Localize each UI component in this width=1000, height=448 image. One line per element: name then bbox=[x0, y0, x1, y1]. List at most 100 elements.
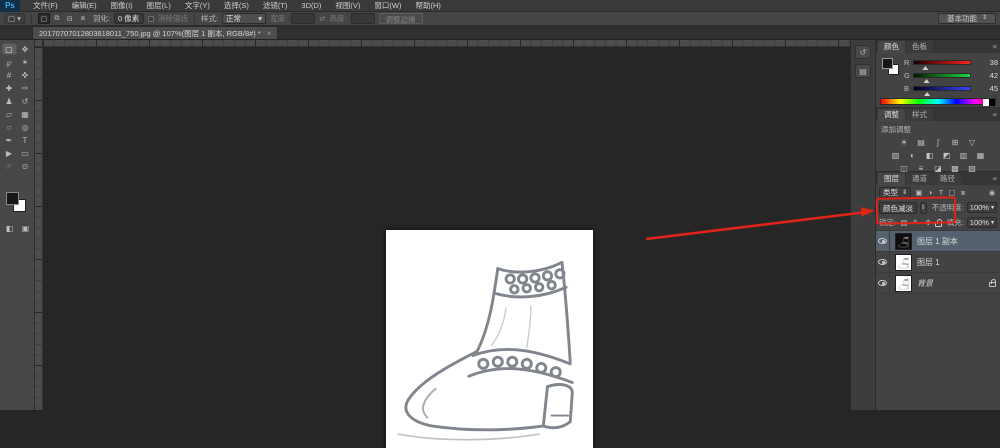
slider-thumb[interactable] bbox=[924, 79, 930, 83]
adjustments-tab-1[interactable]: 样式 bbox=[906, 109, 933, 121]
curves-icon[interactable]: ∫ bbox=[932, 137, 945, 149]
eye-icon[interactable] bbox=[878, 238, 887, 244]
layer-thumbnail[interactable] bbox=[895, 275, 912, 292]
move-tool[interactable]: ✥ bbox=[18, 43, 33, 55]
hue-saturation-icon[interactable]: ▧ bbox=[889, 150, 902, 162]
adjustments-tab-0[interactable]: 调整 bbox=[878, 109, 905, 121]
layers-tab-2[interactable]: 路径 bbox=[934, 173, 961, 185]
lock-all-icon[interactable] bbox=[935, 222, 942, 227]
feather-input[interactable]: 0 像素 bbox=[114, 13, 144, 24]
foreground-color-swatch[interactable] bbox=[6, 192, 19, 205]
slider-thumb[interactable] bbox=[922, 66, 928, 70]
dodge-tool[interactable]: ◎ bbox=[18, 121, 33, 133]
width-input[interactable] bbox=[291, 13, 315, 24]
document-tab[interactable]: 20170707012803818011_750.jpg @ 107%(图层 1… bbox=[32, 26, 278, 39]
layer-row-1[interactable]: 图层 1 bbox=[876, 252, 1000, 273]
history-brush-tool[interactable]: ↺ bbox=[18, 95, 33, 107]
opacity-dropdown[interactable]: 100% ▾ bbox=[967, 202, 997, 213]
type-tool[interactable]: T bbox=[18, 134, 33, 146]
filter-type-icon[interactable]: T bbox=[936, 188, 946, 198]
eye-icon[interactable] bbox=[878, 259, 887, 265]
menu-item-2[interactable]: 图像(I) bbox=[104, 0, 140, 12]
layer-row-0[interactable]: 图层 1 副本 bbox=[876, 231, 1000, 252]
layers-tab-1[interactable]: 通道 bbox=[906, 173, 933, 185]
menu-item-4[interactable]: 文字(Y) bbox=[178, 0, 217, 12]
pen-tool[interactable]: ✒ bbox=[2, 134, 17, 146]
color-lookup-icon[interactable]: ▦ bbox=[974, 150, 987, 162]
photo-filter-icon[interactable]: ◩ bbox=[940, 150, 953, 162]
canvas-area[interactable] bbox=[43, 47, 850, 410]
menu-item-8[interactable]: 视图(V) bbox=[328, 0, 367, 12]
tool-preset-picker[interactable]: ▢ ▾ bbox=[4, 13, 25, 24]
menu-item-3[interactable]: 图层(L) bbox=[140, 0, 178, 12]
gradient-tool[interactable]: ▦ bbox=[18, 108, 33, 120]
brush-tool[interactable]: ✑ bbox=[18, 82, 33, 94]
fill-dropdown[interactable]: 100% ▾ bbox=[967, 217, 997, 228]
document-canvas-boot-sketch[interactable] bbox=[386, 230, 593, 448]
exposure-icon[interactable]: ⊞ bbox=[949, 137, 962, 149]
eyedropper-tool[interactable]: ✜ bbox=[18, 69, 33, 81]
properties-panel-icon[interactable]: ▤ bbox=[855, 64, 871, 78]
color-tab-1[interactable]: 色板 bbox=[906, 41, 933, 53]
swap-dimensions-icon[interactable]: ⇄ bbox=[319, 14, 325, 23]
lasso-tool[interactable]: ℘ bbox=[2, 56, 17, 68]
visibility-cell[interactable] bbox=[876, 252, 890, 273]
color-balance-icon[interactable]: ◐ bbox=[906, 150, 919, 162]
visibility-cell[interactable] bbox=[876, 231, 890, 252]
history-panel-icon[interactable]: ↺ bbox=[855, 45, 871, 59]
levels-icon[interactable]: ▤ bbox=[915, 137, 928, 149]
filter-adjustment-icon[interactable]: ◑ bbox=[925, 188, 935, 198]
foreground-color-swatch[interactable] bbox=[882, 58, 893, 69]
blend-mode-spinner-icon[interactable]: ⇕ bbox=[920, 202, 927, 214]
adjustments-menu-icon[interactable]: ≡ bbox=[993, 109, 997, 121]
color-spectrum-ramp[interactable] bbox=[880, 98, 996, 105]
channel-slider-G[interactable] bbox=[913, 73, 971, 78]
screen-mode-icon[interactable]: ▣ bbox=[18, 222, 33, 234]
filter-pixel-icon[interactable]: ▣ bbox=[914, 188, 924, 198]
magic-wand-tool[interactable]: ✶ bbox=[18, 56, 33, 68]
healing-brush-tool[interactable]: ✚ bbox=[2, 82, 17, 94]
layers-menu-icon[interactable]: ≡ bbox=[993, 173, 997, 185]
hand-tool[interactable]: ☞ bbox=[2, 160, 17, 172]
filter-smart-object-icon[interactable]: ⧈ bbox=[958, 188, 968, 198]
channel-slider-R[interactable] bbox=[913, 60, 971, 65]
menu-item-9[interactable]: 窗口(W) bbox=[367, 0, 408, 12]
lock-position-icon[interactable]: ✥ bbox=[923, 218, 933, 227]
layer-thumbnail[interactable] bbox=[895, 233, 912, 250]
refine-edge-button[interactable]: 调整边缘 bbox=[379, 13, 423, 24]
visibility-cell[interactable] bbox=[876, 273, 890, 294]
mini-color-swatches[interactable] bbox=[882, 58, 900, 76]
black-white-icon[interactable]: ◧ bbox=[923, 150, 936, 162]
workspace-switcher-button[interactable]: 基本功能 ⇕ bbox=[938, 13, 996, 24]
intersect-selection-icon[interactable]: ⧈ bbox=[77, 13, 89, 24]
menu-item-6[interactable]: 滤镜(T) bbox=[256, 0, 295, 12]
clone-stamp-tool[interactable]: ♟ bbox=[2, 95, 17, 107]
layers-tab-0[interactable]: 图层 bbox=[878, 173, 905, 185]
antialias-checkbox[interactable] bbox=[148, 16, 154, 22]
menu-item-1[interactable]: 编辑(E) bbox=[65, 0, 104, 12]
filter-kind-dropdown[interactable]: 类型 ⇕ bbox=[879, 187, 911, 198]
layer-row-2[interactable]: 背景 bbox=[876, 273, 1000, 294]
height-input[interactable] bbox=[351, 13, 375, 24]
layer-thumbnail[interactable] bbox=[895, 254, 912, 271]
filter-toggle-icon[interactable]: ◉ bbox=[987, 188, 997, 197]
black-swatch[interactable] bbox=[989, 99, 995, 106]
menu-item-0[interactable]: 文件(F) bbox=[26, 0, 65, 12]
subtract-selection-icon[interactable]: ⊟ bbox=[64, 13, 76, 24]
lock-brush-icon[interactable]: ✎ bbox=[911, 218, 921, 227]
channel-mixer-icon[interactable]: ▥ bbox=[957, 150, 970, 162]
quick-mask-icon[interactable]: ◧ bbox=[2, 222, 17, 234]
color-tab-0[interactable]: 颜色 bbox=[878, 41, 905, 53]
blur-tool[interactable]: ○ bbox=[2, 121, 17, 133]
slider-thumb[interactable] bbox=[924, 92, 930, 96]
menu-item-7[interactable]: 3D(D) bbox=[294, 0, 328, 12]
path-selection-tool[interactable]: ▶ bbox=[2, 147, 17, 159]
brightness-contrast-icon[interactable]: ☀ bbox=[898, 137, 911, 149]
add-selection-icon[interactable]: ⧉ bbox=[51, 13, 63, 24]
eraser-tool[interactable]: ▱ bbox=[2, 108, 17, 120]
menu-item-10[interactable]: 帮助(H) bbox=[409, 0, 448, 12]
color-menu-icon[interactable]: ≡ bbox=[993, 41, 997, 53]
channel-slider-B[interactable] bbox=[913, 86, 971, 91]
rectangular-marquee-tool[interactable]: ▢ bbox=[2, 43, 17, 55]
eye-icon[interactable] bbox=[878, 280, 887, 286]
